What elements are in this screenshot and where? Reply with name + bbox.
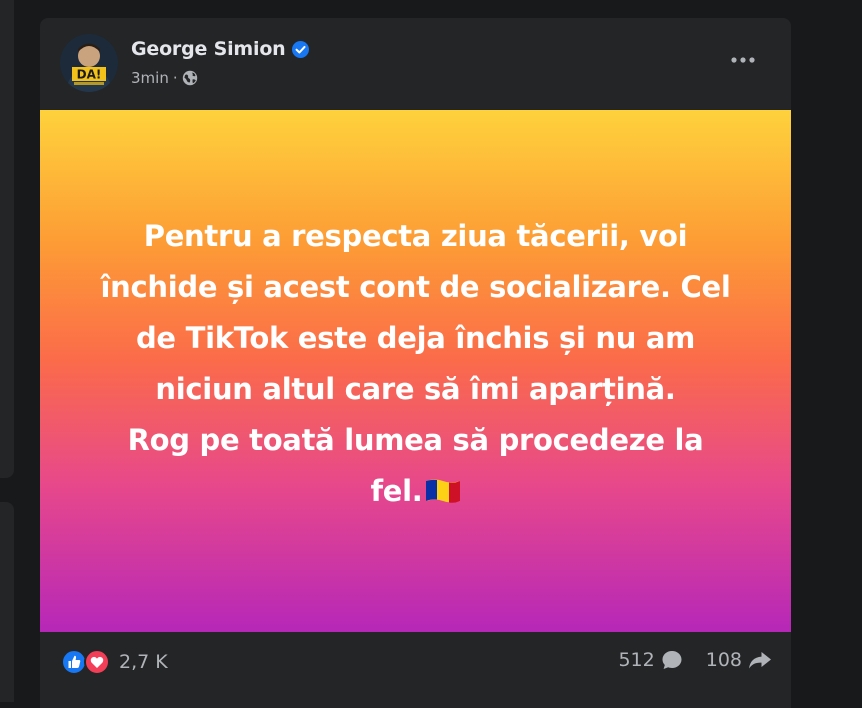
post-header: DA! George Simion 3min ·	[40, 18, 791, 110]
post-text-line: niciun altul care să îmi aparțină.	[155, 371, 676, 406]
feed-post: DA! George Simion 3min · Pentru a respec…	[40, 18, 791, 708]
romania-flag-icon	[425, 469, 461, 520]
comment-icon	[662, 651, 682, 669]
post-text-line: fel.	[370, 473, 423, 508]
post-timestamp[interactable]: 3min	[131, 69, 169, 87]
meta-separator: ·	[172, 69, 178, 87]
author-name[interactable]: George Simion	[131, 38, 286, 60]
love-reaction-icon	[84, 649, 110, 675]
reactions-summary[interactable]: 2,7 K	[61, 649, 168, 675]
post-text-line: Pentru a respecta ziua tăcerii, voi	[143, 218, 688, 253]
post-text-line: Rog pe toată lumea să procedeze la	[127, 422, 704, 457]
more-options-button[interactable]	[723, 40, 763, 80]
avatar-image: DA!	[60, 34, 118, 92]
share-count: 108	[705, 649, 742, 671]
shares-count-link[interactable]: 108	[706, 649, 773, 671]
avatar-badge-text: DA!	[77, 68, 102, 82]
verified-badge-icon	[291, 40, 309, 58]
globe-icon	[182, 70, 198, 86]
post-text-line: de TikTok este deja închis și nu am	[135, 320, 696, 355]
post-footer: 2,7 K 512 108	[40, 632, 791, 692]
reaction-count: 2,7 K	[119, 651, 168, 673]
side-card	[0, 0, 14, 478]
author-avatar[interactable]: DA!	[60, 34, 118, 92]
engagement-stats: 512 108	[618, 649, 773, 671]
more-horizontal-icon	[731, 57, 755, 63]
post-text-last-line: fel.	[96, 466, 736, 520]
post-background-text: Pentru a respecta ziua tăcerii, voi înch…	[40, 110, 791, 632]
post-text-line: închide și acest cont de socializare. Ce…	[100, 269, 731, 304]
side-card	[0, 502, 14, 702]
share-icon	[749, 652, 771, 669]
comments-count-link[interactable]: 512	[618, 649, 683, 671]
comment-count: 512	[618, 649, 655, 671]
post-text: Pentru a respecta ziua tăcerii, voi înch…	[96, 211, 736, 520]
post-meta: 3min ·	[131, 69, 198, 87]
author-row: George Simion	[131, 38, 309, 60]
